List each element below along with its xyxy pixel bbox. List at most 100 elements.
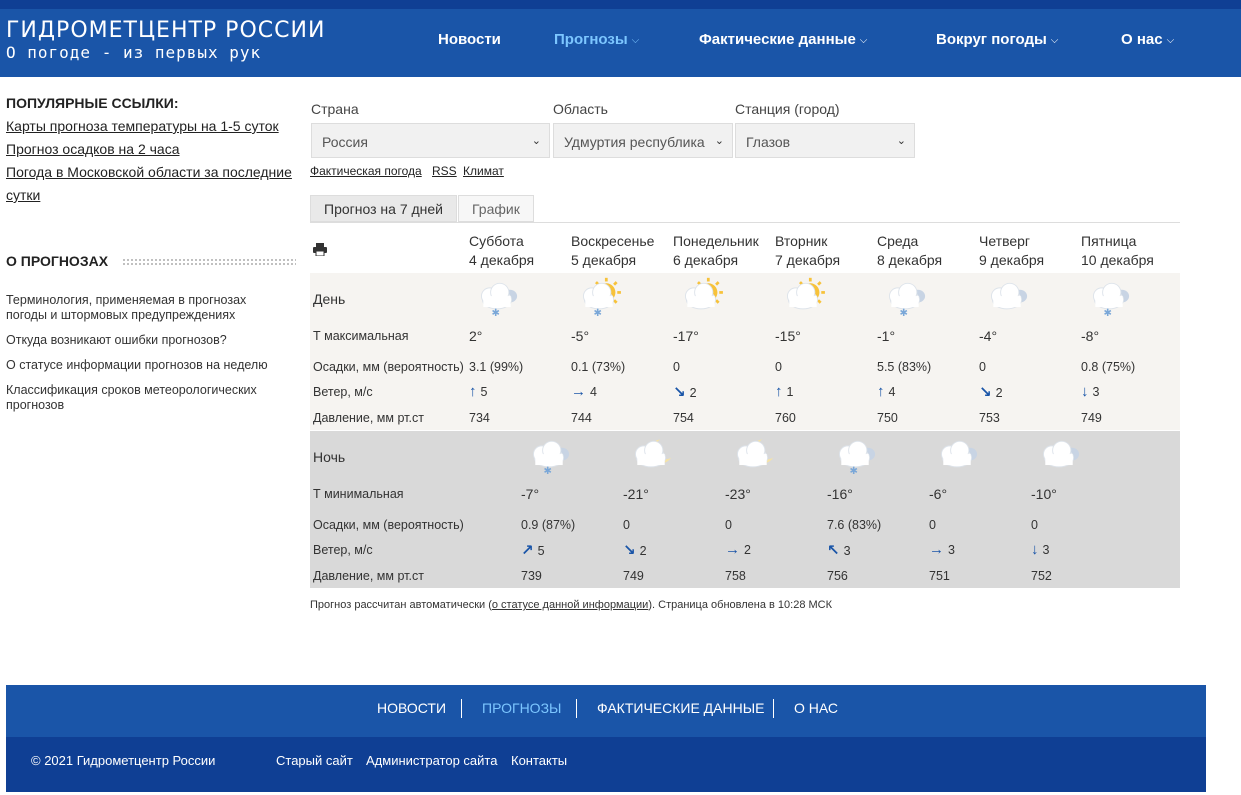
about-item-terminology[interactable]: Терминология, применяемая в прогнозах по… [6,293,286,323]
day-header: Вторник 7 декабря [775,232,840,270]
chevron-down-icon: ⌵ [859,35,868,46]
nav-about[interactable]: О нас ⌵ [1121,31,1174,48]
chevron-down-icon: ⌵ [1166,35,1175,46]
day-pressure: 750 [877,411,898,425]
about-forecasts-title: О ПРОГНОЗАХ [6,253,109,269]
day-temp-max: -17° [673,328,699,344]
day-wind: ↘ 2 [673,383,697,401]
day-date: 8 декабря [877,252,943,268]
day-date: 9 декабря [979,252,1045,268]
night-precip: 7.6 (83%) [827,518,882,532]
day-forecast-band [310,273,1180,430]
wind-direction-icon: → [929,541,944,558]
about-item-classification[interactable]: Классификация сроков метеорологических п… [6,383,286,413]
moon-cloud-icon [623,434,679,476]
nav-actual-data[interactable]: Фактические данные ⌵ [699,31,867,48]
sun-cloud-snow-icon: ✱ [571,276,627,319]
day-wind: ↓ 3 [1081,383,1099,400]
nav-actual-data-label: Фактические данные [699,31,856,48]
top-strip [0,0,1241,9]
wind-speed: 2 [639,544,647,558]
day-precip: 0 [673,360,680,374]
about-item-errors[interactable]: Откуда возникают ошибки прогнозов? [6,333,286,348]
footer-separator [461,699,462,718]
footer-link-admin[interactable]: Администратор сайта [366,753,497,768]
note-status-link[interactable]: о статусе данной информации [492,599,648,611]
day-pressure: 749 [1081,411,1102,425]
night-wind: ↖ 3 [827,541,851,559]
footer-copyright: © 2021 Гидрометцентр России [31,753,216,768]
sun-cloud-icon [673,276,729,318]
wind-speed: 3 [843,544,851,558]
footer-nav-forecasts[interactable]: ПРОГНОЗЫ [482,700,561,716]
day-wind: ↑ 4 [877,383,895,400]
day-header: Суббота 4 декабря [469,232,534,270]
day-name: Вторник [775,233,828,249]
wind-direction-icon: ↘ [979,384,992,401]
wind-speed: 2 [744,543,751,557]
wind-direction-icon: ↘ [623,542,636,559]
day-wind: → 4 [571,383,597,400]
night-temp-min: -23° [725,486,751,502]
wind-direction-icon: ↓ [1031,541,1039,558]
night-temp-min: -7° [521,486,540,502]
wind-speed: 2 [995,386,1003,400]
cloud-snow-icon: ✱ [469,276,525,319]
popular-link-temp-maps[interactable]: Карты прогноза температуры на 1-5 суток [6,115,298,138]
cloud-snow-icon: ✱ [827,434,883,477]
popular-link-moscow-region[interactable]: Погода в Московской области за последние… [6,161,298,207]
wind-direction-icon: ↗ [521,542,534,559]
night-temp-min: -21° [623,486,649,502]
link-actual-weather[interactable]: Фактическая погода [310,164,422,178]
svg-text:✱: ✱ [544,466,552,476]
tab-graph[interactable]: График [458,195,534,222]
day-temp-max: -1° [877,328,896,344]
link-climate[interactable]: Климат [463,164,504,178]
country-select[interactable]: Россия ⌄ [311,123,550,158]
day-date: 4 декабря [469,252,535,268]
night-temp-label: Т минимальная [313,487,404,501]
site-title[interactable]: ГИДРОМЕТЦЕНТР РОССИИ [6,18,325,43]
footer-nav-actual-data[interactable]: ФАКТИЧЕСКИЕ ДАННЫЕ [597,700,764,716]
day-wind: ↑ 1 [775,383,793,400]
nav-news[interactable]: Новости [438,31,501,48]
footer-separator [773,699,774,718]
day-precip: 0.8 (75%) [1081,360,1136,374]
popular-link-precip[interactable]: Прогноз осадков на 2 часа [6,138,298,161]
tab-divider [310,222,1180,223]
nav-around-weather[interactable]: Вокруг погоды ⌵ [936,31,1058,48]
day-precip: 0.1 (73%) [571,360,626,374]
link-rss[interactable]: RSS [432,164,457,178]
station-select[interactable]: Глазов ⌄ [735,123,915,158]
night-precip: 0 [1031,518,1038,532]
day-pressure: 754 [673,411,694,425]
nav-forecasts[interactable]: Прогнозы ⌵ [554,31,639,48]
wind-direction-icon: ↑ [775,383,783,400]
footer-nav-about[interactable]: О НАС [794,700,838,716]
nav-about-label: О нас [1121,31,1163,48]
day-name: Воскресенье [571,233,655,249]
footer-link-contacts[interactable]: Контакты [511,753,567,768]
svg-text:✱: ✱ [1104,308,1112,318]
night-wind: → 2 [725,541,751,558]
svg-text:✱: ✱ [900,308,908,318]
cloud-icon [979,276,1035,318]
day-pressure-label: Давление, мм рт.ст [313,411,424,425]
wind-speed: 3 [1092,385,1100,399]
night-pressure: 749 [623,569,644,583]
region-select[interactable]: Удмуртия республика ⌄ [553,123,733,158]
moon-cloud-icon [725,434,781,476]
day-pressure: 760 [775,411,796,425]
country-label: Страна [311,101,359,117]
day-date: 10 декабря [1081,252,1154,268]
day-header: Воскресенье 5 декабря [571,232,654,270]
footer-link-old-site[interactable]: Старый сайт [276,753,353,768]
footer-nav-news[interactable]: НОВОСТИ [377,700,446,716]
region-label: Область [553,101,608,117]
chevron-down-icon: ⌵ [631,35,640,46]
nav-around-weather-label: Вокруг погоды [936,31,1047,48]
tab-7-day-forecast[interactable]: Прогноз на 7 дней [310,195,457,222]
day-precip: 5.5 (83%) [877,360,932,374]
print-icon[interactable] [313,243,327,256]
about-item-status[interactable]: О статусе информации прогнозов на неделю [6,358,286,373]
